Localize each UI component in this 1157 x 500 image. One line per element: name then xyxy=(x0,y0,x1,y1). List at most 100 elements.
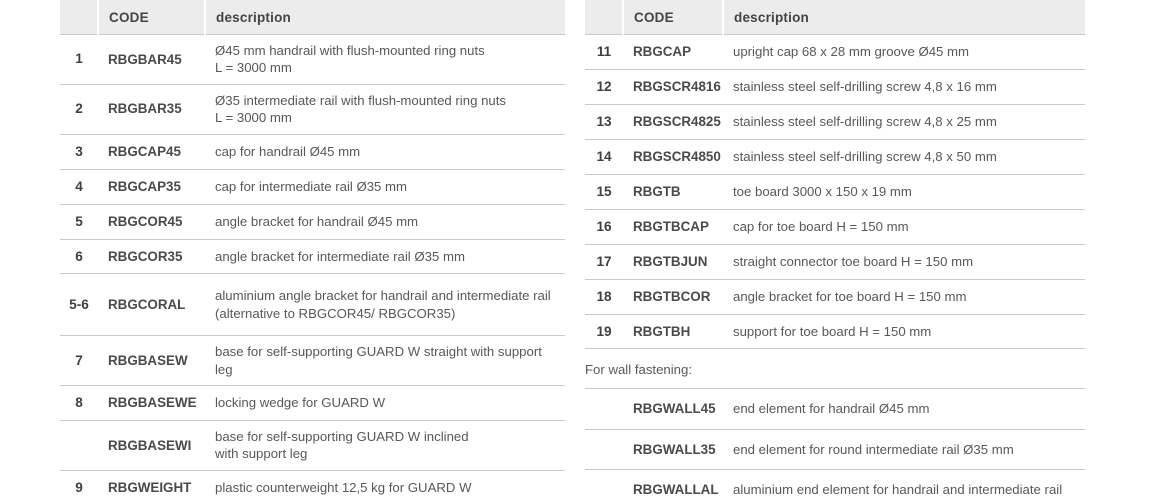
right-header-description: description xyxy=(722,0,1085,35)
row-description: cap for toe board H = 150 mm xyxy=(723,209,1085,245)
row-code: RBGWALL35 xyxy=(623,429,723,471)
desc-line: aluminium angle bracket for handrail and… xyxy=(215,288,551,304)
row-description: end element for round intermediate rail … xyxy=(723,429,1085,471)
row-number: 17 xyxy=(585,244,623,280)
right-table-body: 11 RBGCAP upright cap 68 x 28 mm groove … xyxy=(585,34,1085,500)
left-header-number xyxy=(60,0,98,35)
row-description: upright cap 68 x 28 mm groove Ø45 mm xyxy=(723,34,1085,70)
desc-line: with support leg xyxy=(215,446,308,462)
row-description: cap for intermediate rail Ø35 mm xyxy=(205,169,565,205)
row-description: stainless steel self-drilling screw 4,8 … xyxy=(723,104,1085,140)
desc-line: Ø35 intermediate rail with flush-mounted… xyxy=(215,92,507,108)
row-number xyxy=(585,388,623,430)
row-description: locking wedge for GUARD W xyxy=(205,385,565,422)
row-number: 13 xyxy=(585,104,623,140)
row-number: 3 xyxy=(60,134,98,170)
row-code: RBGTBJUN xyxy=(623,244,723,280)
table-row: 5 RBGCOR45 angle bracket for handrail Ø4… xyxy=(60,204,565,240)
row-description: angle bracket for handrail Ø45 mm xyxy=(205,204,565,240)
row-description: plastic counterweight 12,5 kg for GUARD … xyxy=(205,470,565,500)
row-code: RBGCAP45 xyxy=(98,134,205,170)
row-code: RBGTBCAP xyxy=(623,209,723,245)
row-number: 4 xyxy=(60,169,98,205)
row-code: RBGTB xyxy=(623,174,723,210)
table-row: 8 RBGBASEWE locking wedge for GUARD W xyxy=(60,385,565,422)
row-code: RBGBASEWE xyxy=(98,385,205,422)
table-row: 14 RBGSCR4850 stainless steel self-drill… xyxy=(585,139,1085,175)
table-row: 15 RBGTB toe board 3000 x 150 x 19 mm xyxy=(585,174,1085,210)
table-row: 1 RBGBAR45 Ø45 mm handrail with flush-mo… xyxy=(60,34,565,85)
row-code: RBGWALL45 xyxy=(623,388,723,430)
right-parts-table: CODE description 11 RBGCAP upright cap 6… xyxy=(585,0,1085,500)
row-number: 16 xyxy=(585,209,623,245)
table-row: RBGWALLAL aluminium end element for hand… xyxy=(585,469,1085,500)
row-number: 1 xyxy=(60,34,98,85)
table-row: 3 RBGCAP45 cap for handrail Ø45 mm xyxy=(60,134,565,170)
row-code: RBGSCR4816 xyxy=(623,69,723,105)
table-row: 7 RBGBASEW base for self-supporting GUAR… xyxy=(60,335,565,387)
table-row: 18 RBGTBCOR angle bracket for toe board … xyxy=(585,279,1085,315)
table-row: RBGWALL35 end element for round intermed… xyxy=(585,429,1085,471)
row-number: 18 xyxy=(585,279,623,315)
row-code: RBGCAP xyxy=(623,34,723,70)
row-number: 12 xyxy=(585,69,623,105)
row-number xyxy=(585,429,623,471)
right-parts-table-wrapper: CODE description 11 RBGCAP upright cap 6… xyxy=(585,0,1085,500)
row-number: 8 xyxy=(60,385,98,422)
row-description: cap for handrail Ø45 mm xyxy=(205,134,565,170)
row-code: RBGWEIGHT xyxy=(98,470,205,500)
row-code: RBGSCR4850 xyxy=(623,139,723,175)
row-number: 9 xyxy=(60,470,98,500)
row-number: 14 xyxy=(585,139,623,175)
row-code: RBGBASEW xyxy=(98,335,205,387)
row-number xyxy=(60,420,98,471)
desc-line: Ø45 mm handrail with flush-mounted ring … xyxy=(215,43,485,58)
row-description: aluminium angle bracket for handrail and… xyxy=(205,273,565,337)
left-parts-table-wrapper: CODE description 1 RBGBAR45 Ø45 mm handr… xyxy=(60,0,565,500)
row-code: RBGCOR35 xyxy=(98,239,205,275)
table-row: 13 RBGSCR4825 stainless steel self-drill… xyxy=(585,104,1085,140)
table-row: 4 RBGCAP35 cap for intermediate rail Ø35… xyxy=(60,169,565,205)
row-code: RBGBAR35 xyxy=(98,84,205,135)
left-header-row: CODE description xyxy=(60,0,565,35)
row-description: support for toe board H = 150 mm xyxy=(723,314,1085,350)
row-description: Ø35 intermediate rail with flush-mounted… xyxy=(205,84,565,135)
row-description: aluminium end element for handrail and i… xyxy=(723,469,1085,500)
table-row: 16 RBGTBCAP cap for toe board H = 150 mm xyxy=(585,209,1085,245)
row-code: RBGSCR4825 xyxy=(623,104,723,140)
right-header-number xyxy=(585,0,623,35)
desc-line: leg xyxy=(215,361,233,377)
table-row: 17 RBGTBJUN straight connector toe board… xyxy=(585,244,1085,280)
row-description: straight connector toe board H = 150 mm xyxy=(723,244,1085,280)
section-header-row: For wall fastening: xyxy=(585,348,1085,389)
row-description: stainless steel self-drilling screw 4,8 … xyxy=(723,139,1085,175)
table-row: 5-6 RBGCORAL aluminium angle bracket for… xyxy=(60,273,565,337)
row-number xyxy=(585,469,623,500)
desc-line: (alternative to RBGCOR45/ RBGCOR35) xyxy=(215,305,456,321)
row-code: RBGCOR45 xyxy=(98,204,205,240)
table-row: 12 RBGSCR4816 stainless steel self-drill… xyxy=(585,69,1085,105)
desc-line: base for self-supporting GUARD W straigh… xyxy=(215,344,542,360)
row-code: RBGCAP35 xyxy=(98,169,205,205)
row-number: 15 xyxy=(585,174,623,210)
left-table-header: CODE description xyxy=(60,0,565,35)
parts-list-page: CODE description 1 RBGBAR45 Ø45 mm handr… xyxy=(0,0,1157,500)
row-description: angle bracket for toe board H = 150 mm xyxy=(723,279,1085,315)
row-description: end element for handrail Ø45 mm xyxy=(723,388,1085,430)
left-header-code: CODE xyxy=(97,0,205,35)
row-description: base for self-supporting GUARD W straigh… xyxy=(205,335,565,387)
row-number: 11 xyxy=(585,34,623,70)
row-number: 5-6 xyxy=(60,273,98,337)
desc-line: L = 3000 mm xyxy=(215,110,292,126)
row-description: Ø45 mm handrail with flush-mounted ring … xyxy=(205,34,565,85)
row-description: stainless steel self-drilling screw 4,8 … xyxy=(723,69,1085,105)
row-number: 5 xyxy=(60,204,98,240)
row-code: RBGBAR45 xyxy=(98,34,205,85)
row-code: RBGCORAL xyxy=(98,273,205,337)
table-row: 11 RBGCAP upright cap 68 x 28 mm groove … xyxy=(585,34,1085,70)
row-code: RBGBASEWI xyxy=(98,420,205,471)
row-code: RBGTBCOR xyxy=(623,279,723,315)
row-code: RBGWALLAL xyxy=(623,469,723,500)
desc-line: L = 3000 mm xyxy=(215,60,292,76)
right-table-header: CODE description xyxy=(585,0,1085,35)
